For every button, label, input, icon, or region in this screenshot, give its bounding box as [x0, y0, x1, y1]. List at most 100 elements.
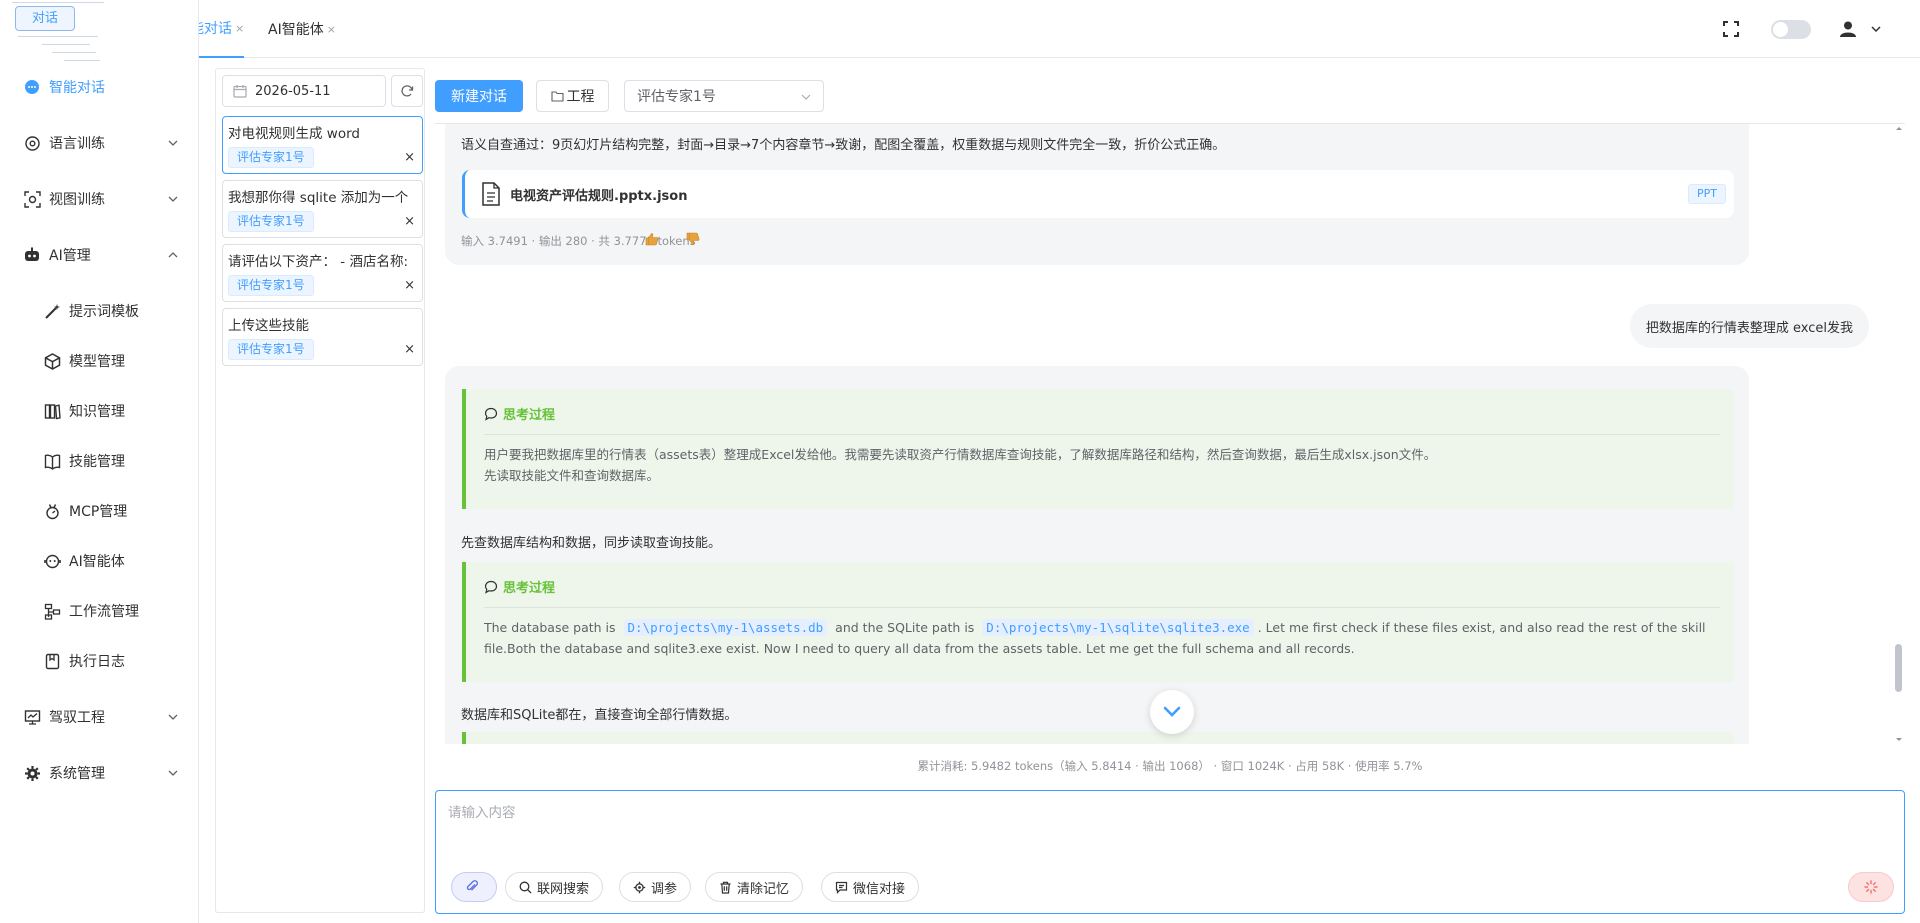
chevron-down-icon: [168, 196, 178, 202]
top-header: 智能对话 × AI智能体 ×: [0, 0, 1920, 58]
file-name: 电视资产评估规则.pptx.json: [510, 189, 688, 204]
delete-conversation-icon[interactable]: ×: [404, 342, 415, 357]
cube-icon: [42, 351, 62, 371]
logo: 对话: [12, 2, 106, 61]
ai-message: 思考过程 用户要我把数据库里的行情表（assets表）整理成Excel发给他。我…: [445, 366, 1749, 744]
ai-message: 语义自查通过：9页幻灯片结构完整，封面→目录→7个内容章节→致谢，配图全覆盖，权…: [445, 124, 1749, 265]
sidebar-item-system-management[interactable]: 系统管理: [0, 748, 199, 798]
conversation-item[interactable]: 上传这些技能 评估专家1号 ×: [222, 308, 423, 366]
send-button[interactable]: [1848, 872, 1894, 902]
scrollbar-thumb[interactable]: [1895, 644, 1902, 692]
date-picker[interactable]: 2026-05-11: [222, 75, 386, 107]
scroll-down-arrow-icon[interactable]: [1892, 734, 1906, 744]
app-root: 智能对话 × AI智能体 × 对话 智能对话 语言训练 视图训练 AI管理 提示…: [0, 0, 1920, 923]
delete-conversation-icon[interactable]: ×: [404, 214, 415, 229]
conversation-history-panel: 2026-05-11 对电视规则生成 word 评估专家1号 × 我想那你得 s…: [215, 68, 425, 913]
params-button[interactable]: 调参: [619, 872, 692, 902]
fullscreen-icon[interactable]: [1721, 19, 1741, 39]
folder-icon: [550, 91, 564, 102]
tab-ai-agent[interactable]: AI智能体 ×: [268, 0, 336, 58]
params-label: 调参: [651, 881, 678, 897]
thinking-line: 用户要我把数据库里的行情表（assets表）整理成Excel发给他。我需要先读取…: [484, 447, 1437, 462]
refresh-icon: [401, 85, 414, 97]
book-icon: [42, 401, 62, 421]
sidebar-item-label: 驾驭工程: [49, 710, 105, 726]
conversation-item[interactable]: 我想那你得 sqlite 添加为一个 评估专家1号 ×: [222, 180, 423, 238]
project-button[interactable]: 工程: [536, 80, 609, 112]
chevron-down-icon: [1163, 706, 1181, 717]
sidebar-item-label: 系统管理: [49, 766, 105, 782]
sidebar-item-label: AI管理: [49, 248, 91, 264]
chevron-down-icon[interactable]: [1870, 19, 1882, 39]
conversation-title: 我想那你得 sqlite 添加为一个: [228, 190, 409, 206]
message-input[interactable]: [448, 801, 1888, 851]
tab-close-icon[interactable]: ×: [327, 23, 336, 36]
thinking-content: The database path is D:\projects\my-1\as…: [484, 617, 1720, 659]
conversation-item[interactable]: 请评估以下资产： - 酒店名称: 评估专家1号 ×: [222, 244, 423, 302]
scroll-up-arrow-icon[interactable]: [1892, 124, 1906, 134]
date-value: 2026-05-11: [255, 83, 331, 99]
thinking-block: 思考过程 The database path is D:\projects\my…: [462, 562, 1734, 682]
thinking-header[interactable]: 思考过程: [484, 404, 555, 423]
sidebar-item-language-training[interactable]: 语言训练: [0, 112, 199, 174]
wechat-connect-button[interactable]: 微信对接: [821, 872, 920, 902]
sidebar-item-model-management[interactable]: 模型管理: [0, 336, 199, 386]
thumbs-up-icon[interactable]: [645, 232, 659, 246]
chat-messages: 语义自查通过：9页幻灯片结构完整，封面→目录→7个内容章节→致谢，配图全覆盖，权…: [435, 124, 1905, 744]
code-path: D:\projects\my-1\assets.db: [623, 619, 828, 636]
workflow-icon: [42, 601, 62, 621]
thinking-block: [462, 732, 1734, 744]
theme-toggle[interactable]: [1771, 20, 1811, 39]
conversation-agent-tag: 评估专家1号: [228, 211, 314, 232]
sidebar-item-workflow-management[interactable]: 工作流管理: [0, 586, 199, 636]
message-square-icon: [835, 881, 848, 894]
refresh-button[interactable]: [391, 75, 423, 107]
user-avatar-icon[interactable]: [1838, 19, 1858, 39]
sidebar-item-label: 提示词模板: [69, 304, 139, 320]
thumbs-down-icon[interactable]: [686, 232, 700, 246]
settings-icon: [633, 881, 646, 893]
loading-spinner-icon: [1864, 880, 1878, 894]
sidebar-item-label: 智能对话: [49, 80, 105, 96]
conversation-title: 上传这些技能: [228, 318, 309, 334]
brain-icon: [22, 133, 42, 153]
tab-close-icon[interactable]: ×: [235, 22, 244, 35]
delete-conversation-icon[interactable]: ×: [404, 150, 415, 165]
paperclip-icon: [466, 880, 478, 891]
sidebar-item-view-training[interactable]: 视图训练: [0, 174, 199, 224]
new-chat-button[interactable]: 新建对话: [435, 80, 523, 112]
scroll-to-bottom-button[interactable]: [1150, 690, 1194, 734]
bot-face-icon: [42, 551, 62, 571]
thinking-header[interactable]: 思考过程: [484, 577, 555, 596]
expert-select[interactable]: 评估专家1号: [624, 80, 824, 112]
sidebar-item-execution-log[interactable]: 执行日志: [0, 636, 199, 686]
file-attachment-card[interactable]: 电视资产评估规则.pptx.json PPT: [462, 170, 1734, 218]
delete-conversation-icon[interactable]: ×: [404, 278, 415, 293]
sidebar-item-harness-engineering[interactable]: 驾驭工程: [0, 686, 199, 748]
chat-scrollbar[interactable]: [1892, 124, 1906, 744]
sidebar-item-ai-agent[interactable]: AI智能体: [0, 536, 199, 586]
attach-button[interactable]: [451, 872, 497, 902]
thinking-divider: [484, 434, 1720, 435]
chevron-up-icon: [168, 252, 178, 258]
sidebar-item-prompt-templates[interactable]: 提示词模板: [0, 286, 199, 336]
clear-memory-button[interactable]: 清除记忆: [705, 872, 804, 902]
sidebar-item-label: 技能管理: [69, 454, 125, 470]
chat-bubble-icon: [22, 77, 42, 97]
conversation-item[interactable]: 对电视规则生成 word 评估专家1号 ×: [222, 116, 423, 174]
sidebar-item-knowledge-management[interactable]: 知识管理: [0, 386, 199, 436]
code-path: D:\projects\my-1\sqlite\sqlite3.exe: [982, 619, 1254, 636]
ai-message-text: 语义自查通过：9页幻灯片结构完整，封面→目录→7个内容章节→致谢，配图全覆盖，权…: [461, 138, 1226, 153]
dashboard-icon: [22, 707, 42, 727]
thinking-divider: [484, 607, 1720, 608]
expert-select-value: 评估专家1号: [637, 89, 716, 105]
wechat-connect-label: 微信对接: [853, 881, 906, 897]
sidebar-item-ai-management[interactable]: AI管理: [0, 224, 199, 286]
sidebar-item-mcp-management[interactable]: MCP管理: [0, 486, 199, 536]
sidebar-item-smart-chat[interactable]: 智能对话: [0, 62, 199, 112]
sidebar-item-skill-management[interactable]: 技能管理: [0, 436, 199, 486]
book-open-icon: [42, 451, 62, 471]
token-meta: 输入 3.7491 · 输出 280 · 共 3.7771 tokens: [461, 234, 696, 248]
web-search-button[interactable]: 联网搜索: [505, 872, 604, 902]
ai-message-text: 先查数据库结构和数据，同步读取查询技能。: [461, 536, 722, 551]
